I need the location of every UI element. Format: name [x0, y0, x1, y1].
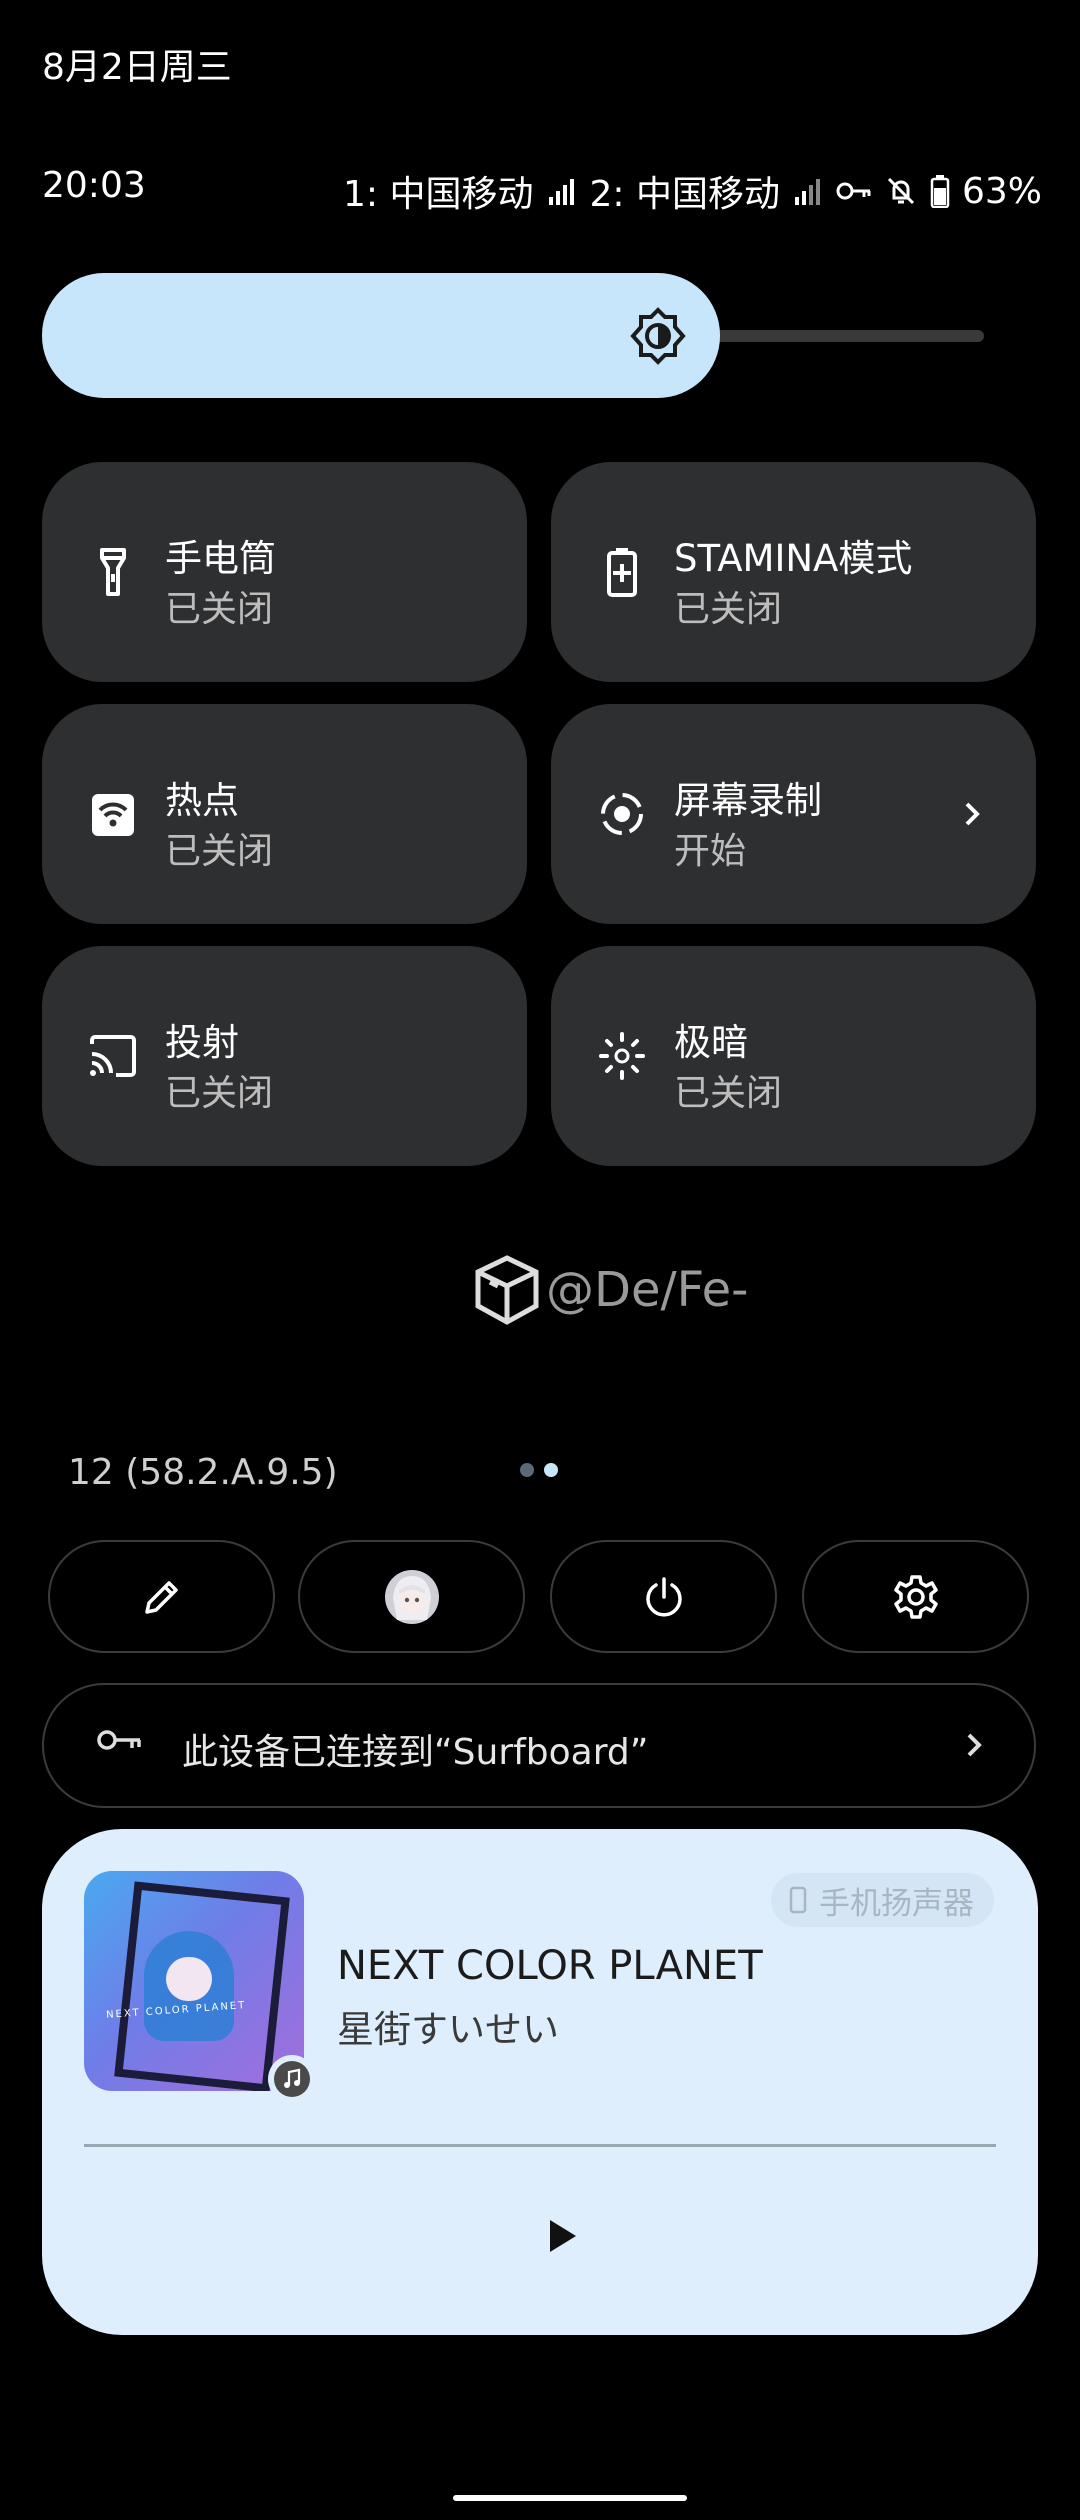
tile-status: 已关闭	[165, 589, 274, 630]
sim1-label: 1: 中国移动	[343, 174, 534, 215]
avatar	[384, 1569, 439, 1624]
album-art: NEXT COLOR PLANET	[84, 1871, 304, 2091]
pencil-icon	[144, 1580, 178, 1614]
power-button[interactable]	[550, 1540, 777, 1653]
vpn-status-row[interactable]: 此设备已连接到“Surfboard”	[42, 1683, 1036, 1808]
brightness-slider[interactable]	[42, 273, 720, 398]
music-note-icon	[284, 2068, 301, 2088]
brightness-icon	[630, 307, 686, 365]
edit-button[interactable]	[48, 1540, 275, 1653]
seek-bar[interactable]	[84, 2144, 996, 2147]
vpn-key-icon	[836, 182, 871, 200]
watermark-text: @De/Fe-	[546, 1262, 749, 1318]
play-icon[interactable]	[542, 2214, 582, 2258]
date-label: 8月2日周三	[42, 47, 232, 88]
tile-stamina[interactable]: STAMINA模式 已关闭	[551, 462, 1036, 682]
tile-title: 手电筒	[165, 537, 276, 580]
tile-title: 极暗	[674, 1021, 748, 1064]
song-title: NEXT COLOR PLANET	[337, 1943, 763, 1989]
tile-status: 已关闭	[674, 589, 783, 630]
media-player[interactable]: NEXT COLOR PLANET 手机扬声器 NEXT COLOR PLANE…	[42, 1829, 1038, 2335]
tile-extra-dim[interactable]: 极暗 已关闭	[551, 946, 1036, 1166]
power-icon	[645, 1576, 682, 1617]
mute-icon	[887, 177, 915, 205]
home-indicator[interactable]	[453, 2495, 687, 2501]
tile-title: 屏幕录制	[674, 779, 822, 822]
box-logo-icon	[475, 1255, 539, 1325]
page-dot-active	[544, 1463, 558, 1477]
tile-status: 已关闭	[165, 1073, 274, 1114]
extra-dim-icon	[599, 1032, 645, 1080]
tile-title: 投射	[165, 1021, 239, 1064]
signal-icon	[794, 179, 820, 205]
output-device-chip[interactable]: 手机扬声器	[771, 1873, 994, 1927]
tile-hotspot[interactable]: 热点 已关闭	[42, 704, 527, 924]
chevron-right-icon	[965, 802, 980, 826]
signal-icon	[548, 179, 574, 205]
screen-record-icon	[601, 793, 643, 835]
gear-icon	[893, 1574, 938, 1619]
watermark: @De/Fe-	[472, 1252, 749, 1328]
battery-icon	[930, 175, 950, 208]
vpn-status-text: 此设备已连接到“Surfboard”	[182, 1732, 649, 1773]
vpn-key-icon	[97, 1730, 141, 1750]
tile-status: 开始	[674, 831, 747, 872]
phone-icon	[789, 1886, 807, 1914]
clock: 20:03	[42, 165, 146, 206]
artist-name: 星街すいせい	[337, 2008, 559, 2051]
tile-flashlight[interactable]: 手电筒 已关闭	[42, 462, 527, 682]
settings-button[interactable]	[802, 1540, 1029, 1653]
tile-title: 热点	[165, 779, 239, 822]
output-device-label: 手机扬声器	[819, 1885, 974, 1922]
chevron-right-icon	[967, 1733, 982, 1757]
user-switch-button[interactable]	[298, 1540, 525, 1653]
battery-saver-icon	[607, 548, 637, 597]
app-badge	[268, 2055, 316, 2103]
status-icons: 1: 中国移动 2: 中国移动 63%	[343, 165, 1042, 217]
tile-title: STAMINA模式	[674, 537, 913, 580]
tile-status: 已关闭	[674, 1073, 783, 1114]
tile-screen-record[interactable]: 屏幕录制 开始	[551, 704, 1036, 924]
tile-cast[interactable]: 投射 已关闭	[42, 946, 527, 1166]
build-number[interactable]: 12 (58.2.A.9.5)	[68, 1452, 338, 1493]
sim2-label: 2: 中国移动	[589, 174, 780, 215]
cast-icon	[90, 1035, 136, 1077]
album-art-frame	[114, 1881, 290, 2091]
tile-status: 已关闭	[165, 831, 274, 872]
hotspot-icon	[92, 794, 134, 836]
flashlight-icon	[100, 548, 126, 596]
page-dot	[520, 1463, 534, 1477]
battery-percent: 63%	[961, 170, 1042, 212]
status-bar: 20:03 1: 中国移动 2: 中国移动 63%	[42, 165, 1042, 215]
page-indicator	[520, 1463, 558, 1477]
